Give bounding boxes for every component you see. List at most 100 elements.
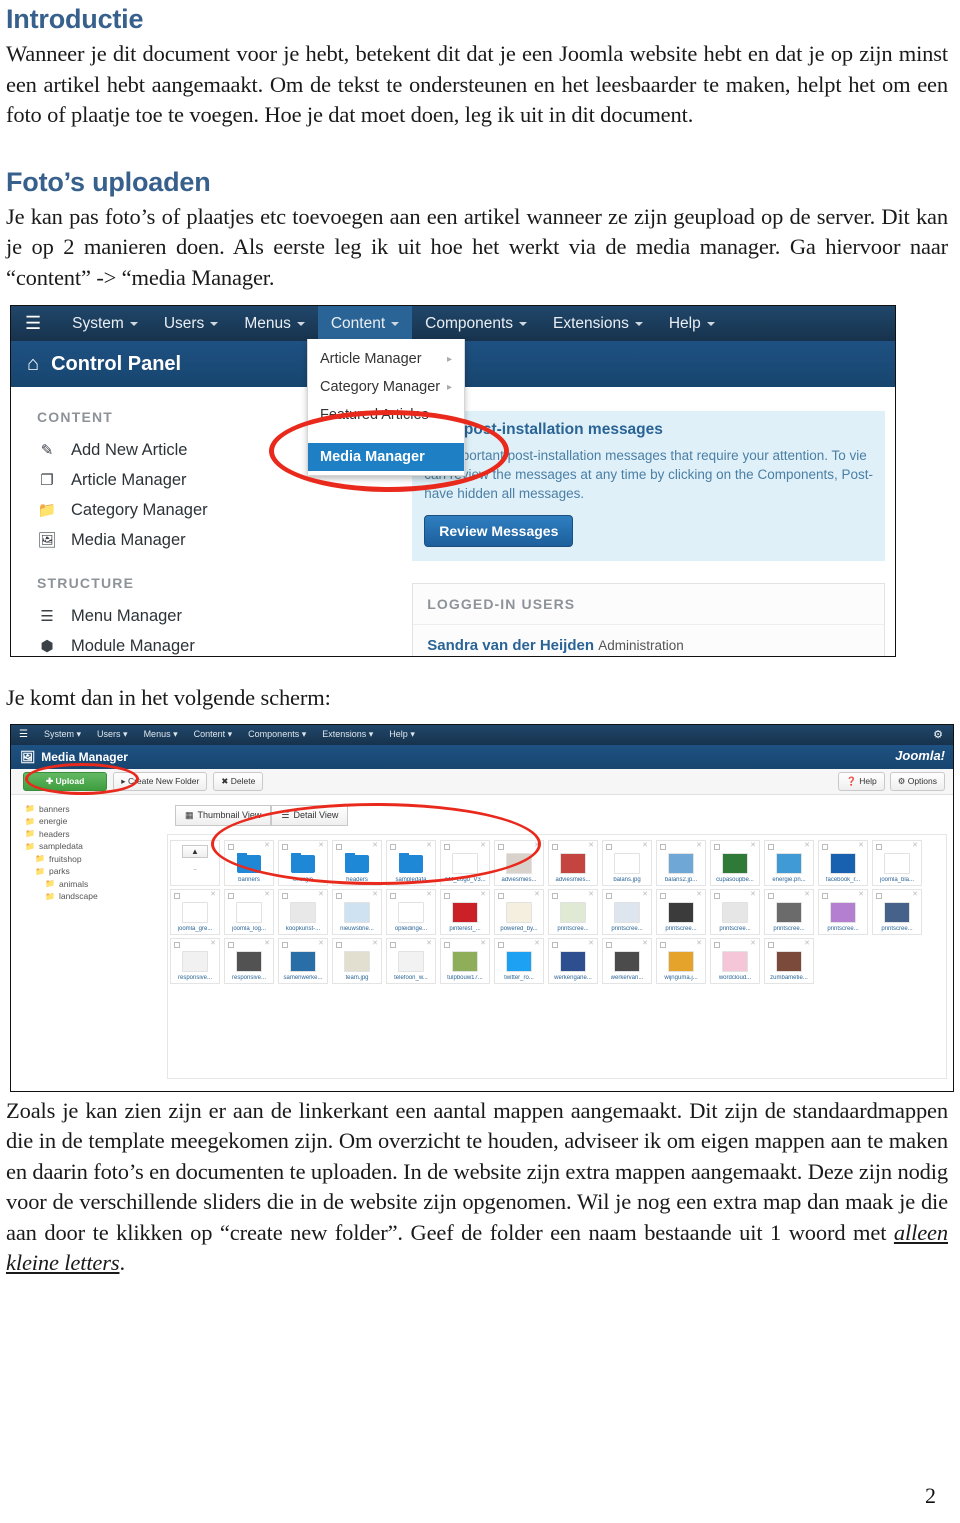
file-grid-image[interactable]: ✕ werkervari... — [602, 937, 652, 984]
menu-item-help[interactable]: Help ▾ — [381, 729, 423, 740]
file-checkbox[interactable] — [768, 843, 774, 850]
close-icon[interactable]: ✕ — [912, 890, 918, 898]
close-icon[interactable]: ✕ — [534, 841, 540, 849]
folder-tree-item[interactable]: 📁 fruitshop — [25, 853, 161, 866]
dropdown-item-category-manager[interactable]: Category Manager ▸ — [308, 373, 464, 401]
sidebar-item-menu-manager[interactable]: ☰ Menu Manager — [37, 601, 412, 631]
file-grid-folder[interactable]: ✕ energie — [278, 839, 328, 886]
folder-tree-item[interactable]: 📁 parks — [25, 865, 161, 878]
folder-tree-item[interactable]: 📁 energie — [25, 815, 161, 828]
file-grid-image[interactable]: ✕ wordcloud... — [710, 937, 760, 984]
file-checkbox[interactable] — [714, 892, 720, 899]
menu-item-users[interactable]: Users ▾ — [89, 729, 136, 740]
file-checkbox[interactable] — [606, 843, 612, 850]
file-checkbox[interactable] — [444, 892, 450, 899]
file-checkbox[interactable] — [228, 843, 234, 850]
close-icon[interactable]: ✕ — [534, 890, 540, 898]
close-icon[interactable]: ✕ — [318, 939, 324, 947]
file-checkbox[interactable] — [768, 941, 774, 948]
menu-item-components[interactable]: Components ▾ — [240, 729, 314, 740]
file-grid-image[interactable]: ✕ cupasoupbe... — [710, 839, 760, 886]
sidebar-item-category-manager[interactable]: 📁 Category Manager — [37, 495, 412, 525]
tab-thumbnail-view[interactable]: ▦ Thumbnail View — [175, 804, 272, 826]
file-checkbox[interactable] — [660, 941, 666, 948]
folder-tree-item[interactable]: 📁 banners — [25, 803, 161, 816]
file-grid-image[interactable]: ✕ samenwerke... — [278, 937, 328, 984]
close-icon[interactable]: ✕ — [480, 939, 486, 947]
close-icon[interactable]: ✕ — [588, 939, 594, 947]
folder-tree-item[interactable]: 📁 headers — [25, 828, 161, 841]
help-button[interactable]: ❓ Help — [838, 771, 885, 791]
close-icon[interactable]: ✕ — [750, 841, 756, 849]
file-grid-image[interactable]: ✕ energie.pn... — [764, 839, 814, 886]
close-icon[interactable]: ✕ — [804, 841, 810, 849]
close-icon[interactable]: ✕ — [480, 890, 486, 898]
file-checkbox[interactable] — [822, 892, 828, 899]
menu-item-system[interactable]: System — [59, 306, 151, 341]
file-grid-image[interactable]: ✕ printscree... — [710, 888, 760, 935]
file-checkbox[interactable] — [336, 843, 342, 850]
close-icon[interactable]: ✕ — [858, 841, 864, 849]
file-checkbox[interactable] — [228, 941, 234, 948]
menu-item-content[interactable]: Content — [317, 306, 413, 341]
dropdown-item-article-manager[interactable]: Article Manager ▸ — [308, 345, 464, 373]
file-checkbox[interactable] — [498, 941, 504, 948]
close-icon[interactable]: ✕ — [210, 890, 216, 898]
file-grid-image[interactable]: ✕ printscree... — [656, 888, 706, 935]
file-grid-image[interactable]: ✕ printscree... — [872, 888, 922, 935]
file-grid-image[interactable]: ✕ werkengane... — [548, 937, 598, 984]
file-checkbox[interactable] — [660, 843, 666, 850]
options-button[interactable]: ⚙ Options — [889, 771, 945, 791]
file-grid-image[interactable]: ✕ powered_by... — [494, 888, 544, 935]
close-icon[interactable]: ✕ — [264, 890, 270, 898]
close-icon[interactable]: ✕ — [750, 890, 756, 898]
create-new-folder-button[interactable]: ▸ Create New Folder — [113, 771, 208, 791]
sidebar-item-module-manager[interactable]: ⬢ Module Manager — [37, 631, 412, 656]
file-grid-image[interactable]: ✕ facebook_r... — [818, 839, 868, 886]
file-checkbox[interactable] — [876, 892, 882, 899]
dropdown-item-media-manager[interactable]: Media Manager — [308, 443, 464, 471]
file-grid-image[interactable]: ✕ printscree... — [818, 888, 868, 935]
file-checkbox[interactable] — [822, 843, 828, 850]
file-checkbox[interactable] — [606, 892, 612, 899]
upload-button[interactable]: ✚ Upload — [23, 771, 108, 791]
file-checkbox[interactable] — [768, 892, 774, 899]
file-grid-folder[interactable]: ✕ sampledata — [386, 839, 436, 886]
close-icon[interactable]: ✕ — [696, 890, 702, 898]
file-checkbox[interactable] — [714, 941, 720, 948]
file-checkbox[interactable] — [282, 843, 288, 850]
file-grid-image[interactable]: ✕ zumbametie... — [764, 937, 814, 984]
close-icon[interactable]: ✕ — [696, 939, 702, 947]
file-grid-image[interactable]: ✕ joomla_gre... — [170, 888, 220, 935]
file-grid-image[interactable]: ✕ responsive... — [170, 937, 220, 984]
gear-icon[interactable]: ⚙ — [933, 728, 943, 741]
close-icon[interactable]: ✕ — [912, 841, 918, 849]
up-arrow-icon[interactable]: ▲ — [182, 844, 208, 858]
file-checkbox[interactable] — [498, 892, 504, 899]
menu-item-menus[interactable]: Menus — [231, 306, 318, 341]
close-icon[interactable]: ✕ — [426, 841, 432, 849]
menu-item-extensions[interactable]: Extensions — [540, 306, 656, 341]
user-name[interactable]: Sandra van der Heijden — [427, 637, 594, 654]
close-icon[interactable]: ✕ — [534, 939, 540, 947]
delete-button[interactable]: ✖ Delete — [213, 771, 264, 791]
close-icon[interactable]: ✕ — [264, 841, 270, 849]
close-icon[interactable]: ✕ — [804, 890, 810, 898]
close-icon[interactable]: ✕ — [264, 939, 270, 947]
file-grid-folder[interactable]: ✕ headers — [332, 839, 382, 886]
menu-item-help[interactable]: Help — [656, 306, 728, 341]
file-checkbox[interactable] — [390, 843, 396, 850]
close-icon[interactable]: ✕ — [588, 890, 594, 898]
file-checkbox[interactable] — [390, 941, 396, 948]
file-grid-image[interactable]: ✕ joomla_bla... — [872, 839, 922, 886]
file-grid-image[interactable]: ✕ printscree... — [548, 888, 598, 935]
file-grid-image[interactable]: ✕ joomla_log... — [224, 888, 274, 935]
file-grid-image[interactable]: ✕ adviesmies... — [548, 839, 598, 886]
folder-tree-item[interactable]: 📁 animals — [25, 878, 161, 891]
close-icon[interactable]: ✕ — [426, 890, 432, 898]
close-icon[interactable]: ✕ — [480, 841, 486, 849]
close-icon[interactable]: ✕ — [804, 939, 810, 947]
close-icon[interactable]: ✕ — [372, 841, 378, 849]
menu-item-extensions[interactable]: Extensions ▾ — [314, 729, 381, 740]
file-grid-up-level[interactable]: ▲.. — [170, 839, 220, 886]
